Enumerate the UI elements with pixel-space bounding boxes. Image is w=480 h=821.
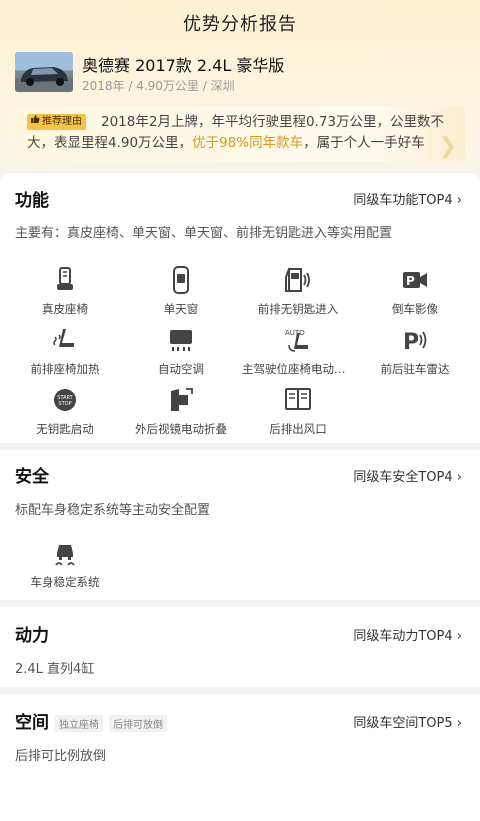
- feature-label: 倒车影像: [392, 302, 438, 316]
- double-chevron-icon: ❯: [438, 134, 457, 159]
- recommend-badge: 推荐理由: [27, 114, 86, 130]
- power-section: 动力 同级车动力TOP4 › 2.4L 直列4缸: [0, 607, 480, 687]
- power-title: 动力: [15, 626, 49, 646]
- space-rank-link[interactable]: 同级车空间TOP5 ›: [353, 712, 462, 731]
- space-tag: 独立座椅: [55, 714, 103, 732]
- power-desc: 2.4L 直列4缸: [15, 662, 95, 677]
- chevron-right-icon: ›: [452, 193, 462, 208]
- parking-radar-icon: P: [403, 330, 427, 355]
- recommend-reason-text: 2018年2月上牌，年平均行驶里程0.73万公里，公里数不大，表显里程4.90万…: [27, 112, 452, 154]
- feature-rear-vent[interactable]: 后排出风口: [238, 385, 358, 437]
- feature-seat-heating[interactable]: 前排座椅加热: [5, 325, 125, 377]
- auto-ac-icon: [170, 330, 192, 351]
- safety-desc: 标配车身稳定系统等主动安全配置: [15, 503, 211, 518]
- chevron-right-icon: ›: [452, 716, 462, 731]
- rear-vent-icon: [285, 388, 311, 410]
- reason-text-after: ，属于个人一手好车: [303, 135, 425, 151]
- reverse-camera-icon: P: [403, 272, 427, 288]
- sunroof-icon: [173, 266, 189, 294]
- keyless-start-icon: START STOP: [54, 389, 76, 411]
- page-title: 优势分析报告: [183, 14, 297, 35]
- feature-power-seat[interactable]: AUTO 主驾驶位座椅电动调节: [238, 325, 358, 377]
- stability-control-icon: [55, 545, 75, 566]
- svg-text:P: P: [403, 330, 419, 355]
- chevron-right-icon: ›: [452, 629, 462, 644]
- mirror-fold-icon: [171, 388, 193, 411]
- car-meta: 2018年 / 4.90万公里 / 深圳: [82, 79, 235, 93]
- power-seat-icon: AUTO: [285, 329, 308, 352]
- feature-label: 前后驻车雷达: [380, 362, 450, 376]
- feature-label: 车身稳定系统: [30, 575, 100, 589]
- feature-label: 自动空调: [158, 362, 204, 376]
- reason-highlight: 优于98%同年款车: [192, 135, 304, 151]
- safety-title: 安全: [15, 467, 49, 487]
- feature-label: 后排出风口: [269, 422, 327, 436]
- feature-label: 外后视镜电动折叠: [135, 422, 227, 436]
- function-section: 功能 同级车功能TOP4 › 主要有：真皮座椅、单天窗、单天窗、前排无钥匙进入等…: [0, 173, 480, 443]
- car-thumbnail[interactable]: [15, 52, 73, 92]
- thumbs-up-icon: [30, 114, 40, 130]
- feature-keyless-start[interactable]: START STOP 无钥匙启动: [5, 385, 125, 437]
- space-section: 空间 独立座椅 后排可放倒 同级车空间TOP5 › 后排可比例放倒: [0, 694, 480, 821]
- feature-stability-control[interactable]: 车身稳定系统: [5, 538, 125, 590]
- feature-label: 无钥匙启动: [36, 422, 94, 436]
- recommend-reason-box: 2018年2月上牌，年平均行驶里程0.73万公里，公里数不大，表显里程4.90万…: [15, 106, 465, 161]
- car-title[interactable]: 奥德赛 2017款 2.4L 豪华版: [82, 52, 284, 76]
- function-desc: 主要有：真皮座椅、单天窗、单天窗、前排无钥匙进入等实用配置: [15, 226, 393, 241]
- feature-parking-radar[interactable]: P 前后驻车雷达: [355, 325, 475, 377]
- function-rank-label: 同级车功能TOP4: [353, 193, 453, 208]
- feature-label: 真皮座椅: [42, 302, 88, 316]
- power-rank-link[interactable]: 同级车动力TOP4 ›: [353, 625, 462, 644]
- feature-label: 主驾驶位座椅电动调节: [242, 362, 357, 376]
- feature-label: 前排无钥匙进入: [257, 302, 339, 316]
- feature-reverse-camera[interactable]: P 倒车影像: [355, 265, 475, 317]
- feature-keyless-entry[interactable]: 前排无钥匙进入: [238, 265, 358, 317]
- feature-auto-ac[interactable]: 自动空调: [121, 325, 241, 377]
- feature-label: 单天窗: [163, 302, 199, 316]
- chevron-right-icon: ›: [452, 470, 462, 485]
- space-rank-label: 同级车空间TOP5: [353, 716, 453, 731]
- space-title: 空间 独立座椅 后排可放倒: [15, 708, 167, 733]
- safety-section: 安全 同级车安全TOP4 › 标配车身稳定系统等主动安全配置 车身稳定系统: [0, 450, 480, 600]
- svg-text:STOP: STOP: [58, 401, 71, 407]
- space-tag: 后排可放倒: [109, 714, 167, 732]
- feature-label: 前排座椅加热: [30, 362, 100, 376]
- svg-text:P: P: [406, 274, 415, 288]
- feature-mirror-fold[interactable]: 外后视镜电动折叠: [121, 385, 241, 437]
- function-rank-link[interactable]: 同级车功能TOP4 ›: [353, 189, 462, 208]
- power-rank-label: 同级车动力TOP4: [353, 629, 453, 644]
- space-desc: 后排可比例放倒: [15, 749, 107, 764]
- space-title-label: 空间: [15, 713, 49, 733]
- svg-text:AUTO: AUTO: [285, 329, 305, 337]
- keyless-entry-icon: [285, 268, 310, 292]
- leather-seat-icon: [57, 267, 73, 290]
- feature-sunroof[interactable]: 单天窗: [121, 265, 241, 317]
- recommend-badge-label: 推荐理由: [42, 116, 82, 127]
- safety-rank-link[interactable]: 同级车安全TOP4 ›: [353, 466, 462, 485]
- function-title: 功能: [15, 191, 49, 211]
- feature-leather-seat[interactable]: 真皮座椅: [5, 265, 125, 317]
- seat-heating-icon: [53, 329, 74, 347]
- safety-rank-label: 同级车安全TOP4: [353, 470, 453, 485]
